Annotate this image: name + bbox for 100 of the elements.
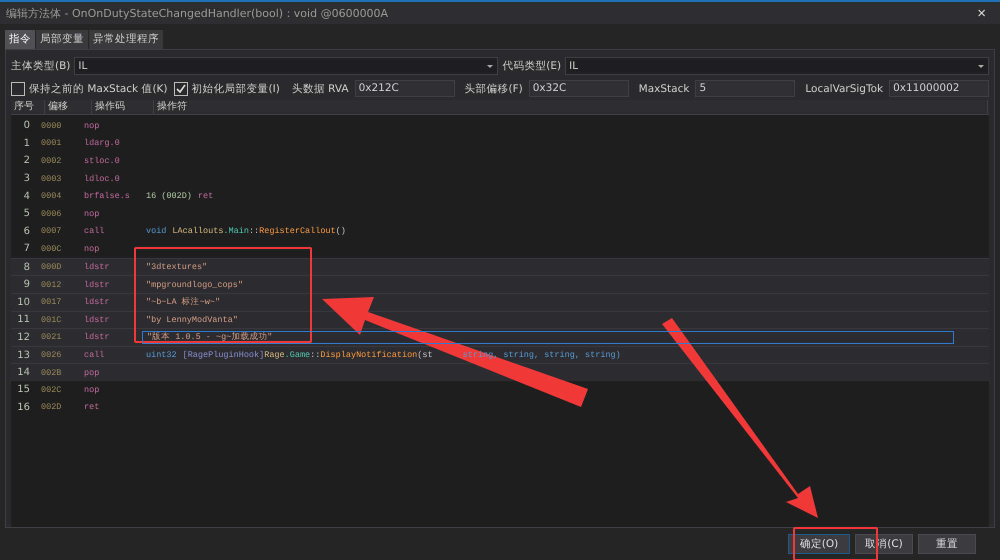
table-row[interactable]: 1 0001 ldarg.0	[11, 134, 989, 152]
selected-row[interactable]: 10 0017 ldstr "~b~LA 标注~w~"	[11, 292, 989, 311]
table-cell-text: ret	[84, 402, 100, 412]
selected-row[interactable]: 12 0021 ldstr "版本 1.0.5 - ~g~加载成功"	[11, 328, 989, 346]
table-cell-text: 0	[22, 120, 31, 132]
table-cell-text: nop	[84, 384, 100, 395]
input-field[interactable]: 0x32C	[528, 80, 629, 97]
table-cell-text: 8	[22, 262, 31, 273]
table-cell-text: 14	[16, 367, 31, 378]
caret-icon	[487, 64, 494, 68]
tab[interactable]: 异常处理程序	[89, 30, 163, 49]
table-row[interactable]: 3 0003 ldloc.0	[11, 170, 989, 188]
selected-row[interactable]: 8 000D ldstr "3dtextures"	[11, 258, 989, 276]
checkbox-label: 初始化局部变量(I)	[192, 82, 280, 96]
table-cell-text: ldarg.0	[84, 138, 121, 148]
table-cell-text: 16 (002D) ret	[145, 191, 214, 202]
table-row[interactable]: 0 0000 nop	[11, 117, 989, 135]
column-header: 操作符	[154, 100, 988, 114]
table-cell-text: 9	[22, 279, 31, 290]
table-cell: string, string, string, string)	[462, 350, 621, 360]
table-cell-text: 0026	[41, 350, 62, 360]
input-field[interactable]: 5	[695, 80, 796, 97]
selected-row[interactable]: 9 0012 ldstr "mpgroundlogo_cops"	[11, 275, 989, 293]
close-button[interactable]: ×	[971, 4, 992, 22]
table-cell-text: 16	[16, 402, 31, 413]
table-cell-text: uint32 [RagePluginHook]Rage.Game::DisplayNotification(st	[145, 350, 433, 360]
field-label: 头数据 RVA	[292, 82, 349, 96]
caret-icon	[978, 64, 984, 68]
table-cell-text: call	[84, 226, 106, 236]
table-cell-text: 15	[16, 384, 31, 396]
table-cell-text: "by LennyModVanta"	[145, 314, 239, 325]
table-cell-text: ldstr	[84, 314, 111, 325]
table-cell-text: ldstr	[84, 280, 111, 290]
input-field[interactable]: 0x212C	[354, 80, 455, 97]
table-cell-text: 0012	[41, 280, 62, 290]
selected-row[interactable]: 13 0026 call uint32 [RagePluginHook]Rage.Game::DisplayNotification(st string, string, string, string)	[11, 346, 989, 364]
tab[interactable]: 局部变量	[36, 30, 88, 49]
selected-row[interactable]: 14 002B pop	[11, 363, 989, 381]
field-label: 代码类型(E)	[502, 59, 562, 73]
table-cell-text: pop	[84, 368, 100, 378]
table-cell-text: stloc.0	[84, 156, 121, 166]
table-row[interactable]: 16 002D ret	[11, 398, 989, 416]
dialog-button[interactable]: 重置	[918, 534, 976, 554]
table-cell-text: 002D	[41, 402, 62, 412]
table-row[interactable]: 15 002C nop	[11, 380, 989, 398]
table-cell-text: 001C	[41, 314, 62, 325]
dialog-button[interactable]: 确定(O)	[788, 534, 850, 554]
input-field[interactable]: 0x11000002	[889, 80, 990, 97]
table-cell-text: nop	[84, 208, 100, 219]
table-row[interactable]: 2 0002 stloc.0	[11, 152, 989, 170]
column-header: 偏移	[45, 100, 92, 114]
body-type-dropdown[interactable]: IL	[74, 57, 498, 75]
tab[interactable]: 指令	[5, 30, 35, 49]
table-cell-text: call	[84, 350, 106, 360]
table-cell-text: 4	[22, 190, 31, 202]
table-cell-text: 10	[16, 296, 31, 308]
table-cell-text: void LAcallouts.Main::RegisterCallout()	[145, 226, 346, 236]
table-cell-text: 2	[22, 155, 31, 166]
checkbox-label: 保持之前的 MaxStack 值(K)	[29, 82, 168, 96]
field-label: MaxStack	[638, 82, 690, 94]
checkbox[interactable]	[174, 82, 188, 96]
checkbox[interactable]	[11, 82, 25, 96]
table-cell-text: nop	[84, 244, 100, 254]
column-header: 序号	[11, 100, 45, 114]
table-cell-text: 12	[16, 332, 31, 343]
table-cell-text: 11	[16, 314, 31, 326]
table-cell-text: 000C	[41, 244, 62, 254]
table-cell-text: 3	[22, 173, 31, 184]
table-row[interactable]: 6 0007 call void LAcallouts.Main::RegisterCallout()	[11, 222, 989, 240]
table-cell-text: 0000	[41, 120, 62, 131]
table-cell-text: 0003	[41, 174, 62, 184]
field-label: 头部偏移(F)	[464, 82, 523, 96]
field-label: LocalVarSigTok	[805, 82, 884, 94]
code-type-dropdown[interactable]: IL	[565, 57, 990, 75]
table-cell-text: brfalse.s	[84, 191, 131, 202]
table-cell-text: ldstr	[84, 297, 111, 308]
table-cell-text: 0006	[41, 208, 62, 219]
table-cell-text: 002B	[41, 368, 62, 378]
table-row[interactable]: 5 0006 nop	[11, 204, 989, 223]
table-cell-text: 002C	[41, 384, 62, 395]
operand-edit-field[interactable]: "版本 1.0.5 - ~g~加载成功"	[142, 330, 954, 344]
table-row[interactable]: 7 000C nop	[11, 240, 989, 258]
table-cell-text: 0001	[41, 138, 62, 148]
table-cell-text: 0004	[41, 191, 62, 202]
window-title: 编辑方法体 - OnOnDutyStateChangedHandler(bool) : void @0600000A	[6, 6, 388, 20]
table-cell-text: ldstr	[84, 332, 111, 342]
table-cell-text: ldloc.0	[84, 174, 121, 184]
table-cell-text: 0007	[41, 226, 62, 236]
table-cell-text: 0017	[41, 297, 62, 308]
table-row[interactable]: 4 0004 brfalse.s 16 (002D) ret	[11, 187, 989, 205]
table-cell-text: 0002	[41, 156, 62, 166]
table-cell-text: "~b~LA 标注~w~"	[145, 296, 222, 308]
table-cell-text: 6	[22, 226, 31, 237]
table-cell-text: 0021	[41, 332, 62, 342]
table-cell-text: 000D	[41, 262, 62, 272]
table-cell-text: "3dtextures"	[145, 262, 208, 272]
table-cell-text: nop	[84, 120, 100, 131]
field-label: 主体类型(B)	[11, 59, 70, 73]
table-cell-text: ldstr	[84, 262, 111, 272]
table-cell-text: 7	[22, 243, 31, 254]
